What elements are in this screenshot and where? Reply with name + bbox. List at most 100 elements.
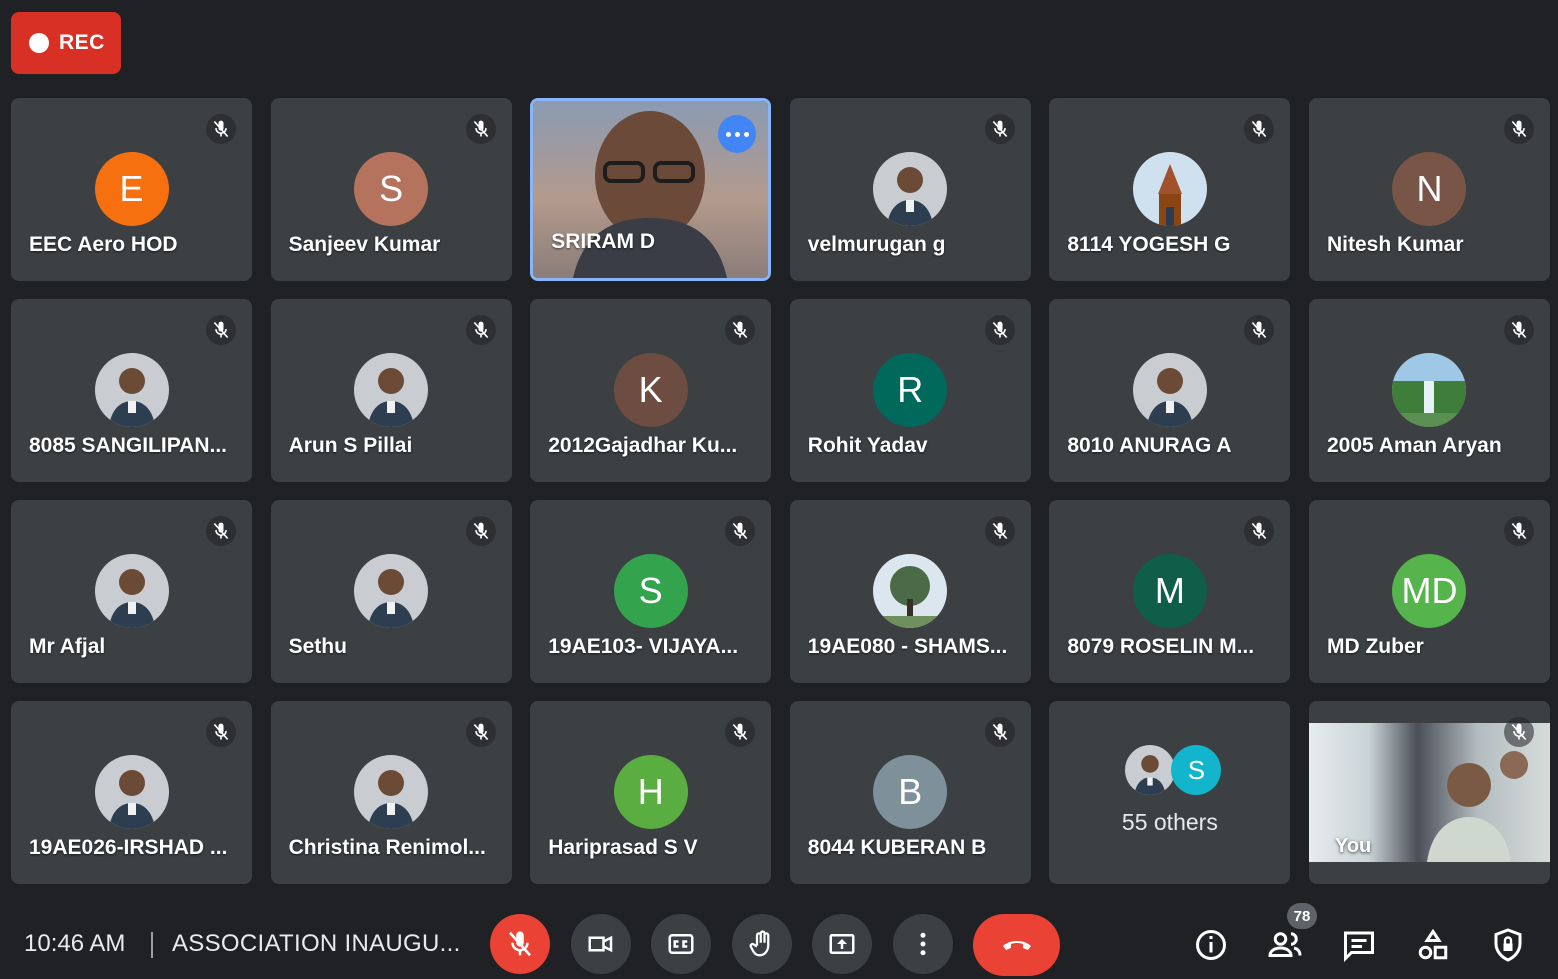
avatar-waterfall-photo bbox=[1392, 353, 1467, 427]
participant-tile[interactable]: S Sanjeev Kumar bbox=[270, 98, 512, 281]
participant-tile[interactable]: K 2012Gajadhar Ku... bbox=[530, 299, 772, 482]
others-tile[interactable]: S 55 others bbox=[1049, 701, 1291, 884]
others-count: 55 others bbox=[1121, 809, 1218, 835]
host-controls-icon bbox=[1494, 928, 1522, 962]
participant-name: 2005 Aman Aryan bbox=[1326, 434, 1502, 457]
avatar-tree-photo bbox=[873, 554, 948, 628]
participant-count-badge: 78 bbox=[1287, 903, 1317, 929]
raise-hand-icon bbox=[749, 930, 770, 957]
avatar-profile-photo bbox=[354, 554, 429, 628]
meeting-title[interactable]: ASSOCIATION INAUGU... bbox=[172, 930, 461, 958]
present-button[interactable] bbox=[812, 914, 872, 974]
participant-tile[interactable]: M 8079 ROSELIN M... bbox=[1049, 500, 1291, 683]
mic-off-icon bbox=[725, 717, 756, 747]
meeting-details-button[interactable] bbox=[1188, 922, 1234, 968]
participant-tile[interactable]: Arun S Pillai bbox=[270, 299, 512, 482]
chat-icon bbox=[1344, 931, 1374, 963]
divider bbox=[151, 932, 153, 958]
participant-name: 8044 KUBERAN B bbox=[807, 836, 987, 859]
meeting-time: 10:46 AM bbox=[24, 930, 126, 957]
participant-tile[interactable]: SRIRAM D bbox=[530, 98, 772, 281]
more-options-button[interactable] bbox=[893, 914, 953, 974]
participant-grid: E EEC Aero HOD S Sanjeev Kumar SRIRAM D velmu… bbox=[11, 98, 1550, 884]
participant-name: Mr Afjal bbox=[29, 635, 106, 658]
participant-tile[interactable]: 8114 YOGESH G bbox=[1049, 98, 1291, 281]
mic-off-icon bbox=[1244, 516, 1275, 546]
activities-button[interactable] bbox=[1410, 922, 1456, 968]
microphone-button[interactable] bbox=[490, 914, 550, 974]
more-actions-button[interactable] bbox=[718, 115, 757, 153]
participant-name: 19AE103- VIJAYA... bbox=[548, 635, 739, 658]
participant-tile[interactable]: Christina Renimol... bbox=[270, 701, 512, 884]
mini-avatar-photo bbox=[1125, 745, 1176, 795]
camera-button[interactable] bbox=[571, 914, 631, 974]
participant-tile[interactable]: H Hariprasad S V bbox=[530, 701, 772, 884]
mic-off-icon bbox=[1503, 315, 1534, 345]
end-call-icon bbox=[1002, 941, 1031, 950]
mic-off-icon bbox=[984, 315, 1015, 345]
avatar-profile-photo bbox=[94, 554, 169, 628]
participant-name: Nitesh Kumar bbox=[1326, 233, 1464, 256]
avatar: S bbox=[354, 152, 429, 226]
participant-name: 8085 SANGILIPAN... bbox=[29, 434, 228, 457]
mic-off-icon bbox=[465, 516, 496, 546]
participant-name: Arun S Pillai bbox=[288, 434, 413, 457]
raise-hand-button[interactable] bbox=[732, 914, 792, 974]
mic-off-icon bbox=[1244, 315, 1275, 345]
self-label: You bbox=[1334, 835, 1372, 857]
participant-tile[interactable]: 19AE026-IRSHAD ... bbox=[11, 701, 252, 884]
mic-off-icon bbox=[725, 516, 756, 546]
participant-tile[interactable]: 8010 ANURAG A bbox=[1049, 299, 1291, 482]
participant-name: SRIRAM D bbox=[551, 230, 656, 253]
participant-tile[interactable]: velmurugan g bbox=[789, 98, 1031, 281]
mic-off-icon bbox=[206, 315, 236, 345]
avatar: R bbox=[873, 353, 948, 427]
mic-off-icon bbox=[1244, 114, 1275, 144]
avatar: S bbox=[613, 554, 688, 628]
participant-tile[interactable]: 2005 Aman Aryan bbox=[1308, 299, 1550, 482]
captions-button[interactable] bbox=[651, 914, 711, 974]
participant-tile[interactable]: S 19AE103- VIJAYA... bbox=[530, 500, 772, 683]
participant-tile[interactable]: B 8044 KUBERAN B bbox=[789, 701, 1031, 884]
participant-tile[interactable]: R Rohit Yadav bbox=[789, 299, 1031, 482]
participant-name: Sanjeev Kumar bbox=[288, 233, 441, 256]
host-controls-button[interactable] bbox=[1485, 922, 1531, 968]
present-icon bbox=[829, 934, 855, 954]
avatar-profile-photo bbox=[873, 152, 948, 226]
captions-icon bbox=[668, 934, 694, 954]
participant-tile[interactable]: E EEC Aero HOD bbox=[11, 98, 252, 281]
avatar: H bbox=[613, 755, 688, 829]
mic-off-icon bbox=[984, 114, 1015, 144]
chat-button[interactable] bbox=[1336, 922, 1382, 968]
participant-name: 8010 ANURAG A bbox=[1067, 434, 1232, 457]
mic-off-icon bbox=[206, 717, 236, 747]
people-icon bbox=[1268, 932, 1302, 957]
recording-label: REC bbox=[59, 31, 105, 54]
participant-tile[interactable]: N Nitesh Kumar bbox=[1308, 98, 1550, 281]
participant-tile[interactable]: Sethu bbox=[270, 500, 512, 683]
avatar-temple-photo bbox=[1132, 152, 1207, 226]
recording-indicator: REC bbox=[11, 12, 121, 74]
more-options-icon bbox=[920, 932, 926, 956]
participant-name: 19AE080 - SHAMS... bbox=[807, 635, 1008, 658]
avatar: MD bbox=[1392, 554, 1467, 628]
participant-tile[interactable]: 8085 SANGILIPAN... bbox=[11, 299, 252, 482]
mic-off-icon bbox=[465, 114, 496, 144]
avatar: K bbox=[613, 353, 688, 427]
avatar: M bbox=[1132, 554, 1207, 628]
mic-off-icon bbox=[206, 114, 236, 144]
camera-icon bbox=[588, 935, 613, 953]
avatar: E bbox=[94, 152, 169, 226]
mic-off-icon bbox=[206, 516, 236, 546]
mic-off-icon bbox=[1503, 516, 1534, 546]
mic-off-icon bbox=[509, 931, 531, 957]
participant-tile[interactable]: 19AE080 - SHAMS... bbox=[789, 500, 1031, 683]
participant-tile[interactable]: Mr Afjal bbox=[11, 500, 252, 683]
participant-name: 8114 YOGESH G bbox=[1067, 233, 1231, 256]
self-tile[interactable]: You bbox=[1308, 701, 1550, 884]
end-call-button[interactable] bbox=[973, 914, 1060, 976]
avatar-profile-photo bbox=[1132, 353, 1207, 427]
participant-name: 2012Gajadhar Ku... bbox=[548, 434, 738, 457]
mic-off-icon bbox=[984, 516, 1015, 546]
participant-tile[interactable]: MD MD Zuber bbox=[1308, 500, 1550, 683]
